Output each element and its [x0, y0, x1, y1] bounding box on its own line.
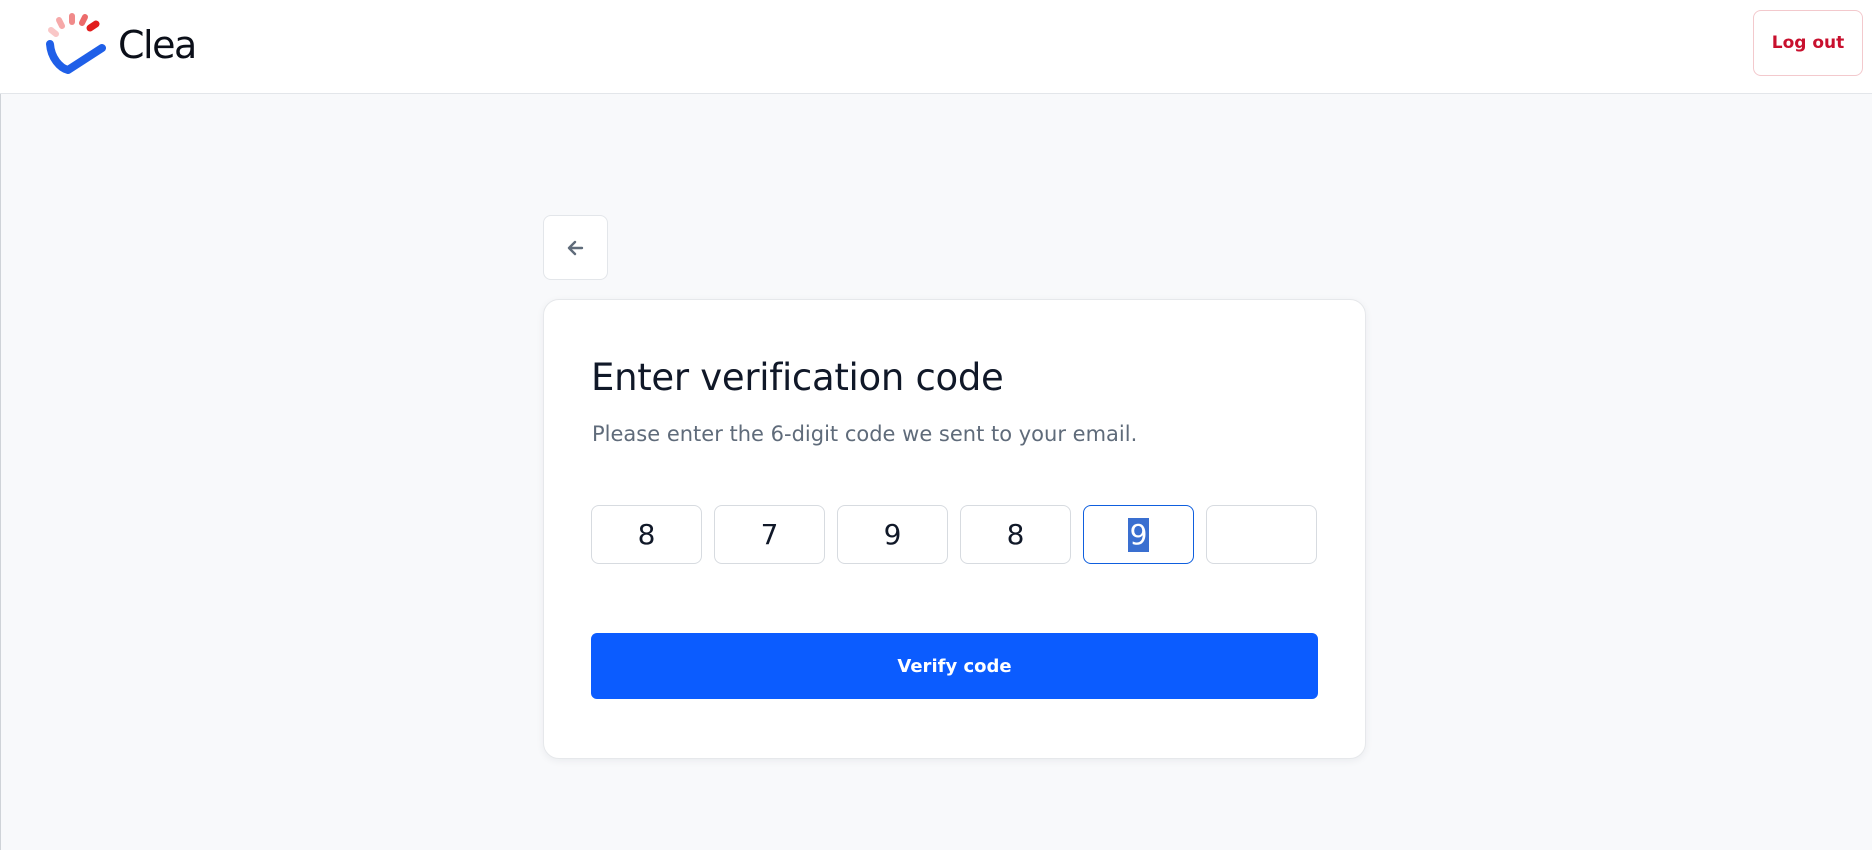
logout-button[interactable]: Log out: [1753, 10, 1863, 76]
code-digit-input-6[interactable]: [1206, 505, 1317, 564]
code-digit-value: 8: [637, 518, 656, 551]
code-digit-value: 9: [1127, 517, 1150, 552]
code-digit-input-4[interactable]: 8: [960, 505, 1071, 564]
arrow-left-icon: [567, 240, 583, 255]
page-title: Enter verification code: [591, 356, 1004, 399]
code-digit-input-3[interactable]: 9: [837, 505, 948, 564]
code-digit-value: 8: [1006, 518, 1025, 551]
code-input-group: 8 7 9 8 9: [591, 505, 1317, 564]
clea-logo-icon: [46, 13, 106, 74]
brand-name: Clea: [118, 23, 197, 67]
code-digit-value: 7: [760, 518, 779, 551]
top-bar: Clea Log out: [0, 0, 1872, 94]
window-left-edge: [0, 0, 1, 850]
code-digit-value: 9: [883, 518, 902, 551]
code-digit-input-2[interactable]: 7: [714, 505, 825, 564]
verify-code-button[interactable]: Verify code: [591, 633, 1318, 699]
code-digit-input-1[interactable]: 8: [591, 505, 702, 564]
page-subtitle: Please enter the 6-digit code we sent to…: [592, 422, 1138, 446]
brand-logo[interactable]: Clea: [46, 12, 197, 76]
back-button[interactable]: [543, 215, 608, 280]
code-digit-input-5[interactable]: 9: [1083, 505, 1194, 564]
verification-card: Enter verification code Please enter the…: [543, 299, 1366, 759]
